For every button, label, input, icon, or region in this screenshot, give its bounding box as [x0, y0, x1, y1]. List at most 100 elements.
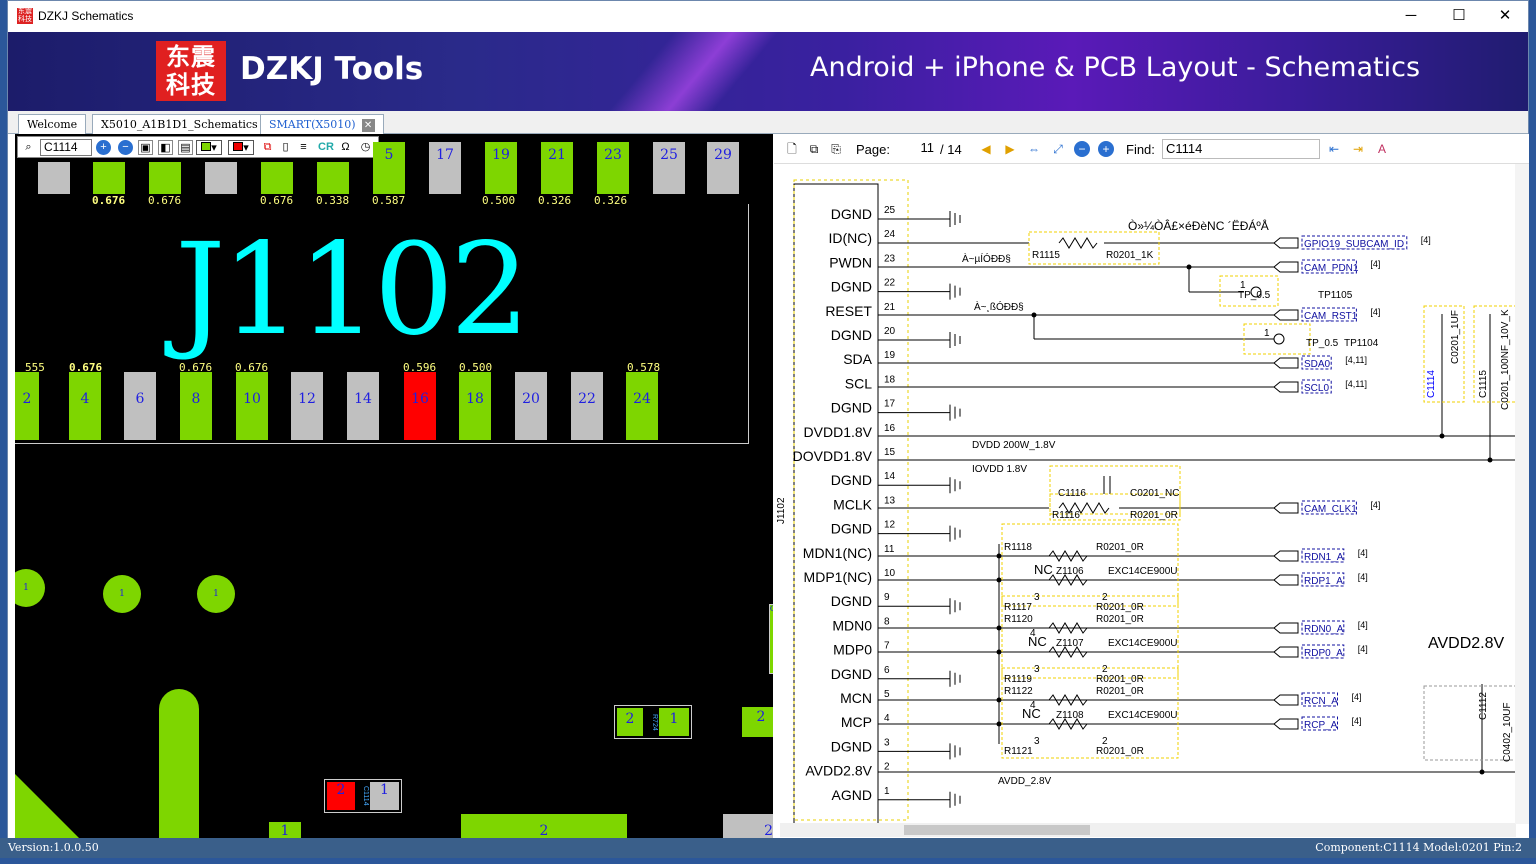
net-ref: [4,11] [1345, 379, 1367, 389]
pcb-pad-21[interactable]: 21 [541, 142, 573, 194]
pin-number: 18 [884, 374, 896, 385]
cr-icon[interactable]: CR [316, 140, 336, 155]
zoom-in-icon[interactable]: + [96, 140, 111, 155]
test-point-tp1104[interactable] [1273, 333, 1285, 345]
pcb-pad[interactable] [261, 162, 293, 194]
pcb-pad-23[interactable]: 23 [597, 142, 629, 194]
pcb-pad-22[interactable]: 22 [571, 372, 603, 440]
find-next-icon[interactable]: ⇥ [1350, 141, 1366, 157]
pcb-pad[interactable] [317, 162, 349, 194]
pcb-pad[interactable] [205, 162, 237, 194]
highlight-icon[interactable]: A [1374, 141, 1390, 157]
pcb-pad-24[interactable]: 24 [626, 372, 658, 440]
pcb-pad[interactable] [93, 162, 125, 194]
pcb-pad-16[interactable]: 16 [404, 372, 436, 440]
pcb-pad-8[interactable]: 8 [180, 372, 212, 440]
pcb-via[interactable]: 1 [103, 575, 141, 613]
component-pad[interactable]: 2 [327, 782, 355, 810]
net-label[interactable]: CAM_PDN1 [1304, 263, 1359, 274]
component-c1114[interactable]: 2 C1114 1 [324, 779, 402, 813]
fit-width-icon[interactable]: ⇔ [1026, 141, 1042, 157]
tab-welcome[interactable]: Welcome [18, 114, 87, 134]
copy-icon[interactable]: ⧉ [260, 140, 275, 155]
pcb-pad-10[interactable]: 10 [236, 372, 268, 440]
net-label[interactable]: RDN0_A [1304, 624, 1344, 635]
pcb-pad[interactable]: 1 [269, 822, 301, 839]
search-icon[interactable]: ⌕ [21, 140, 36, 155]
component-r724[interactable]: 2 R724 1 [614, 705, 692, 739]
net-ref: [4] [1358, 572, 1368, 582]
net-label[interactable]: CAM_CLK1 [1304, 504, 1357, 515]
minimize-button[interactable]: ─ [1388, 1, 1434, 32]
next-page-icon[interactable]: ▶ [1002, 141, 1018, 157]
flip-icon[interactable]: ◧ [158, 140, 173, 155]
zoom-out-icon[interactable]: − [1074, 141, 1090, 157]
color-picker-green[interactable]: ▾ [196, 140, 222, 155]
pcb-pad-20[interactable]: 20 [515, 372, 547, 440]
pcb-pad[interactable]: 2 [461, 814, 627, 839]
component-pad[interactable]: 1 [659, 708, 689, 736]
pcb-pad-17[interactable]: 17 [429, 142, 461, 194]
ohm-icon[interactable]: Ω [338, 140, 353, 155]
pcb-pad-19[interactable]: 19 [485, 142, 517, 194]
pcb-pad-12[interactable]: 12 [291, 372, 323, 440]
file-icon[interactable]: ▯ [278, 140, 293, 155]
tab-close-icon[interactable]: ✕ [361, 118, 375, 132]
find-input[interactable]: C1114 [1162, 139, 1320, 159]
scroll-thumb[interactable] [904, 825, 1090, 835]
zoom-out-icon[interactable]: − [118, 140, 133, 155]
fit-page-icon[interactable]: ⤢ [1050, 141, 1066, 157]
pcb-pad-25[interactable]: 25 [653, 142, 685, 194]
net-label[interactable]: RCN_A [1304, 696, 1338, 707]
fit-icon[interactable]: ▣ [138, 140, 153, 155]
color-picker-red[interactable]: ▾ [228, 140, 254, 155]
schematic-drawing[interactable]: J1102 DGND 25ID(NC) 24PWDN 23DGND 22RESET 21D… [774, 164, 1529, 824]
net-label[interactable]: RDP1_A [1304, 576, 1343, 587]
copy-icon[interactable]: ⧉ [806, 141, 822, 157]
pcb-pad-14[interactable]: 14 [347, 372, 379, 440]
net-label[interactable]: SCL0 [1304, 383, 1329, 394]
zoom-in-icon[interactable]: + [1098, 141, 1114, 157]
pcb-pad[interactable]: 2 [742, 707, 773, 737]
export-icon[interactable]: ⎘ [828, 141, 844, 157]
tab-schematics[interactable]: X5010_A1B1D1_Schematics [92, 114, 267, 134]
net-label[interactable]: RCP_A [1304, 720, 1338, 731]
pcb-search-input[interactable]: C1114 [40, 139, 92, 156]
tab-smart[interactable]: SMART(X5010) ✕ [260, 114, 384, 134]
pcb-pad-18[interactable]: 18 [459, 372, 491, 440]
pcb-pad-2[interactable]: 2 [15, 372, 39, 440]
net-label[interactable]: GPIO19_SUBCAM_ID [1304, 239, 1404, 250]
horizontal-scrollbar[interactable] [780, 823, 1516, 837]
layer-icon[interactable]: ▤ [178, 140, 193, 155]
component-pad[interactable]: 2 [617, 708, 643, 736]
resistor-r1115[interactable] [1058, 237, 1098, 249]
pcb-pad[interactable]: C1 [769, 604, 773, 674]
page-input[interactable]: 11 [894, 139, 938, 159]
pcb-pad[interactable] [149, 162, 181, 194]
pcb-pad[interactable] [38, 162, 70, 194]
net-label[interactable]: SDA0 [1304, 359, 1331, 370]
net-label[interactable]: RDN1_A [1304, 552, 1344, 563]
find-prev-icon[interactable]: ⇤ [1326, 141, 1342, 157]
close-button[interactable]: ✕ [1482, 1, 1528, 32]
clock-icon[interactable]: ◷ [358, 140, 373, 155]
list-icon[interactable]: ≡ [296, 140, 311, 155]
pcb-layout-view[interactable]: ⌕ C1114 + − ▣ ◧ ▤ ▾ ▾ ⧉ ▯ ≡ CR Ω ◷ 5 17 … [15, 134, 773, 839]
pin-name: DGND [831, 666, 872, 682]
pcb-via[interactable]: 1 [15, 569, 45, 607]
prev-page-icon[interactable]: ◀ [978, 141, 994, 157]
component-pad[interactable]: 1 [370, 782, 399, 810]
pcb-pad-6[interactable]: 6 [124, 372, 156, 440]
vertical-scrollbar[interactable] [1515, 164, 1529, 824]
pcb-pad-29[interactable]: 29 [707, 142, 739, 194]
net-label[interactable]: RDP0_A [1304, 648, 1343, 659]
pcb-pad-5[interactable]: 5 [373, 142, 405, 194]
net-label[interactable]: CAM_RST1 [1304, 311, 1358, 322]
pcb-via[interactable]: 1 [197, 575, 235, 613]
pin-name: MDP1(NC) [804, 569, 872, 585]
pcb-pad[interactable]: 2 [723, 814, 773, 839]
pcb-pad-4[interactable]: 4 [69, 372, 101, 440]
maximize-button[interactable]: ☐ [1436, 1, 1482, 32]
pin-number: 9 [884, 592, 890, 603]
open-icon[interactable]: 🗋 [784, 141, 800, 157]
